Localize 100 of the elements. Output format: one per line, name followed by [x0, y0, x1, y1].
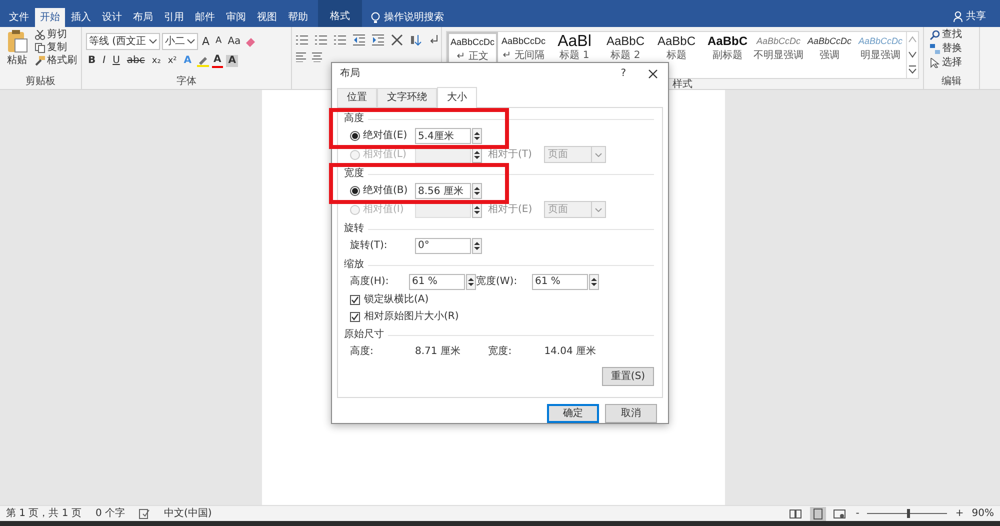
cut-button[interactable]: 剪切 — [33, 29, 79, 41]
reset-button[interactable]: 重置(S) — [602, 367, 654, 386]
ribbon-tab[interactable]: 开始 — [35, 8, 65, 27]
size-field[interactable]: 5.4厘米 — [415, 128, 471, 144]
spin-button[interactable] — [472, 128, 482, 144]
paste-button[interactable]: 粘贴 — [4, 29, 30, 76]
change-case-button[interactable]: Aa — [226, 36, 243, 48]
spinner-arrows-icon — [474, 186, 480, 196]
search-prompt[interactable]: 操作说明搜索 — [384, 12, 444, 24]
ok-button[interactable]: 确定 — [547, 404, 599, 423]
checkbox[interactable] — [350, 312, 360, 322]
ribbon-tab[interactable]: 文件 — [4, 8, 34, 27]
select-button[interactable]: 选择 — [928, 57, 964, 69]
field-label: 相对于(T) — [488, 148, 533, 160]
ribbon-tab[interactable]: 视图 — [252, 8, 282, 27]
ribbon-tab[interactable]: 审阅 — [221, 8, 251, 27]
ribbon-tab[interactable]: 邮件 — [190, 8, 220, 27]
style-item[interactable]: AaBbCcDc 强调 — [804, 32, 855, 78]
share-button[interactable]: 共享 — [951, 10, 988, 22]
font-size-field[interactable]: 小二 — [162, 33, 198, 50]
view-button[interactable] — [788, 506, 804, 520]
view-button[interactable] — [832, 506, 848, 520]
page-count: 第 1 页，共 1 页 — [6, 508, 82, 520]
style-item[interactable]: AaBbCcDc 不明显强调 — [753, 32, 804, 78]
chevron-down-icon — [149, 39, 157, 44]
field-label: 旋转(T): — [350, 240, 388, 252]
rotation-field[interactable]: 0° — [415, 238, 471, 254]
replace-button[interactable]: 替换 — [928, 43, 964, 55]
bullets-icon — [296, 34, 308, 46]
format-button[interactable]: abc — [124, 55, 147, 67]
section-title: 旋转 — [344, 223, 364, 235]
word-count: 0 个字 — [95, 508, 125, 520]
help-button[interactable]: ? — [618, 68, 628, 80]
multilevel-list-icon — [334, 34, 346, 46]
style-item[interactable]: AaBbC 标题 — [651, 32, 702, 78]
spin-button[interactable] — [472, 182, 482, 198]
zoom-in-button[interactable]: + — [953, 508, 966, 520]
shading-button[interactable]: A — [226, 55, 238, 67]
format-button[interactable]: B — [86, 55, 98, 67]
section-title: 宽度 — [344, 168, 364, 180]
style-item[interactable]: AaBbCcDc 明显强调 — [855, 32, 906, 78]
format-button[interactable]: I — [100, 55, 108, 67]
font-color-button[interactable]: A — [212, 54, 224, 68]
spin-button[interactable] — [466, 274, 476, 290]
zoom-slider-thumb[interactable] — [907, 509, 910, 518]
lightbulb-icon — [371, 12, 380, 24]
spinner-arrows-icon — [591, 276, 597, 286]
ribbon-tab[interactable]: 设计 — [97, 8, 127, 27]
size-value: 8.71 厘米 — [415, 346, 460, 358]
radio-button[interactable] — [350, 186, 360, 196]
close-button[interactable] — [646, 69, 660, 79]
format-button[interactable]: x₂ — [150, 56, 163, 66]
ribbon-tab[interactable]: 插入 — [66, 8, 96, 27]
view-button[interactable] — [810, 506, 826, 520]
shrink-font-button[interactable]: A — [214, 36, 224, 47]
dialog-tab[interactable]: 大小 — [437, 87, 477, 108]
dialog-title: 布局 — [340, 68, 360, 80]
font-name-field[interactable]: 等线 (西文正 — [86, 33, 160, 50]
numbering-icon — [315, 34, 327, 46]
field-label: 宽度: — [488, 346, 513, 358]
increase-indent-icon — [372, 34, 384, 46]
spinner-arrows-icon — [474, 150, 480, 160]
grow-font-button[interactable]: A — [200, 34, 212, 48]
cursor-icon — [930, 58, 940, 68]
close-icon — [648, 69, 658, 79]
highlighter-icon — [196, 55, 209, 67]
search-icon — [930, 30, 940, 40]
ribbon-tab[interactable]: 格式 — [318, 0, 362, 27]
find-button[interactable]: 查找 — [928, 29, 964, 41]
format-painter-button[interactable]: 格式刷 — [33, 55, 79, 67]
section-title: 缩放 — [344, 259, 364, 271]
size-field[interactable]: 8.56 厘米 — [415, 182, 471, 198]
spin-button[interactable] — [589, 274, 599, 290]
globe-page-icon — [833, 508, 846, 520]
dialog-tab[interactable]: 文字环绕 — [377, 88, 437, 107]
group-label: 编辑 — [940, 76, 962, 89]
ribbon-tab[interactable]: 引用 — [159, 8, 189, 27]
group-label: 样式 — [672, 79, 694, 91]
copy-button[interactable]: 复制 — [33, 42, 79, 54]
radio-button[interactable] — [350, 130, 360, 140]
scale-width-field[interactable]: 61 % — [532, 274, 588, 290]
format-button[interactable]: x² — [166, 56, 179, 66]
section-title: 原始尺寸 — [344, 329, 384, 341]
chevron-down-icon — [595, 208, 602, 212]
style-item[interactable]: AaBbC 副标题 — [702, 32, 753, 78]
zoom-out-button[interactable]: - — [854, 508, 862, 520]
replace-icon — [930, 44, 940, 54]
format-button[interactable]: U — [110, 55, 122, 67]
spinner-arrows-icon — [474, 130, 480, 140]
checkbox[interactable] — [350, 294, 360, 304]
align-center-icon — [312, 52, 322, 62]
ribbon-tab[interactable]: 布局 — [128, 8, 158, 27]
ribbon-tab[interactable]: 帮助 — [283, 8, 313, 27]
field-label: 相对于(E) — [488, 204, 534, 216]
spin-button[interactable] — [472, 238, 482, 254]
paragraph-mark-icon — [429, 34, 439, 46]
dialog-tab[interactable]: 位置 — [337, 88, 377, 107]
cancel-button[interactable]: 取消 — [605, 404, 657, 423]
zoom-level: 90% — [972, 508, 994, 520]
scale-height-field[interactable]: 61 % — [409, 274, 465, 290]
